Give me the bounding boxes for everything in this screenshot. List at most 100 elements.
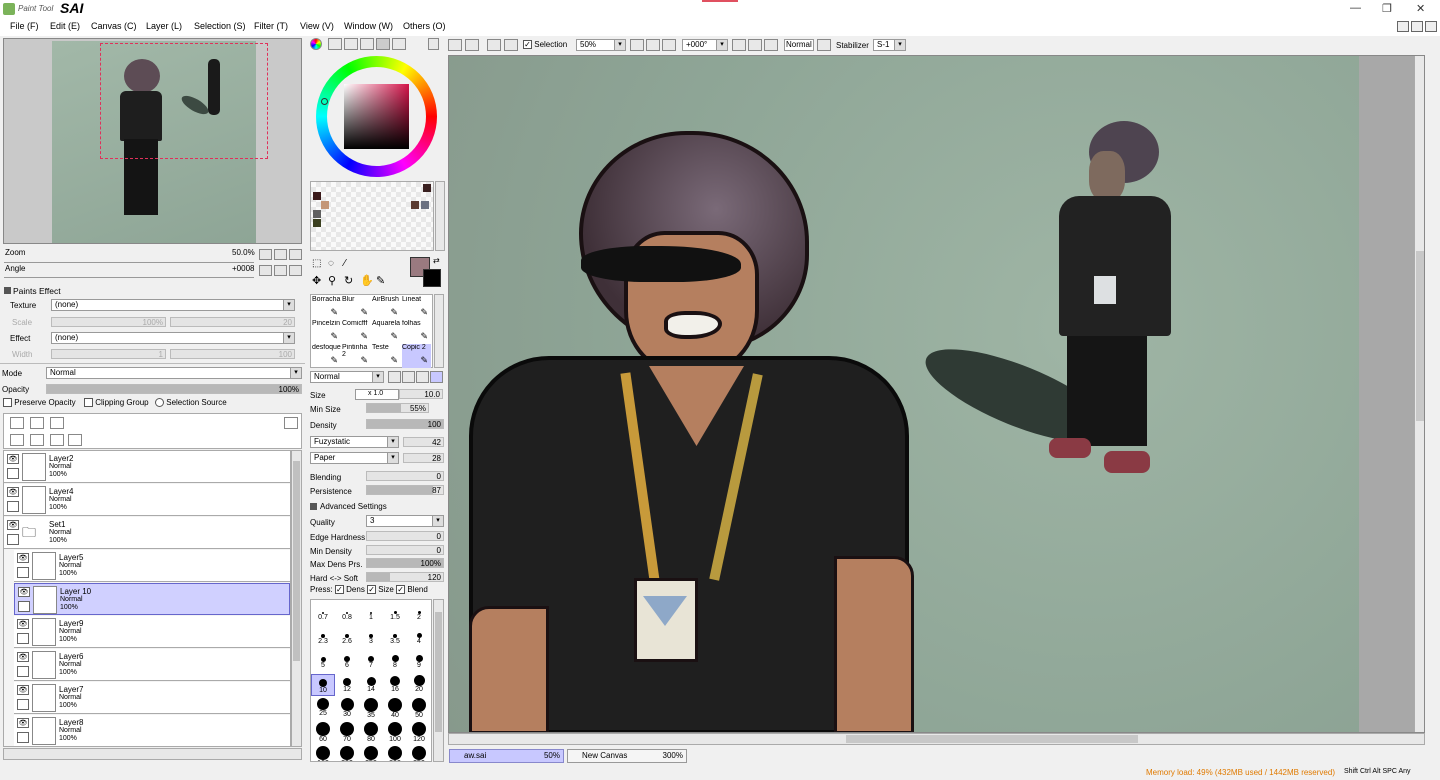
- layer-lock-checkbox[interactable]: [17, 732, 29, 743]
- menu-canvas[interactable]: Canvas (C): [91, 21, 137, 31]
- layer-row[interactable]: 👁 Layer4 Normal 100%: [4, 484, 290, 516]
- secondary-color-swatch[interactable]: [423, 269, 441, 287]
- texture-select[interactable]: (none) ▾: [51, 299, 295, 311]
- clear-layer-icon[interactable]: [50, 434, 64, 446]
- tab-new-canvas[interactable]: New Canvas 300%: [567, 749, 687, 763]
- mdi-close-icon[interactable]: [1425, 21, 1437, 32]
- layer-row[interactable]: 👁 🗀 Set1 Normal 100%: [4, 517, 290, 549]
- brush-size-cell[interactable]: 4: [407, 626, 431, 648]
- swap-colors-icon[interactable]: ⇄: [433, 256, 440, 265]
- density-slider[interactable]: 100: [366, 419, 444, 429]
- delete-layer-icon[interactable]: [68, 434, 82, 446]
- merge-down-icon[interactable]: [10, 434, 24, 446]
- zoom-minus-icon[interactable]: [630, 39, 644, 51]
- min-size-slider[interactable]: 55%: [366, 403, 429, 413]
- canvas-vscroll-thumb[interactable]: [1416, 251, 1424, 421]
- brush-size-cell[interactable]: 14: [359, 674, 383, 696]
- color-mix-tab-icon[interactable]: [360, 38, 374, 50]
- menu-selection[interactable]: Selection (S): [194, 21, 246, 31]
- press-blend-checkbox[interactable]: ✓ Blend: [396, 585, 428, 595]
- size-grid-scrollbar[interactable]: [433, 599, 444, 762]
- layer-hscrollbar[interactable]: [3, 748, 302, 760]
- layer-lock-checkbox[interactable]: [7, 534, 19, 545]
- transfer-down-icon[interactable]: [30, 434, 44, 446]
- select-rect-icon[interactable]: ⬚: [312, 258, 321, 269]
- menu-view[interactable]: View (V): [300, 21, 334, 31]
- brush-size-cell[interactable]: 2.6: [335, 626, 359, 648]
- layer-row[interactable]: 👁 Layer 10 Normal 100%: [14, 583, 290, 615]
- brush-size-cell[interactable]: 3.5: [383, 626, 407, 648]
- brush-slot[interactable]: Aquarela ✎: [372, 320, 401, 344]
- mdi-restore-icon[interactable]: [1411, 21, 1423, 32]
- visibility-eye-icon[interactable]: 👁: [7, 520, 19, 530]
- zoom-in-button[interactable]: [274, 249, 287, 260]
- rotate-cw-icon[interactable]: [748, 39, 762, 51]
- brush-size-cell[interactable]: 10: [311, 674, 335, 696]
- persistence-slider[interactable]: 87: [366, 485, 444, 495]
- shape-square-icon[interactable]: [430, 371, 443, 383]
- canvas-vscrollbar[interactable]: [1414, 56, 1424, 732]
- selection-source-radio[interactable]: Selection Source: [155, 398, 227, 408]
- size-grid-scroll-thumb[interactable]: [435, 612, 442, 732]
- hard-soft-slider[interactable]: 120: [366, 572, 444, 582]
- zoom-reset-button[interactable]: [289, 249, 302, 260]
- shape-round-icon[interactable]: [402, 371, 415, 383]
- move-icon[interactable]: ✥: [312, 274, 321, 287]
- visibility-eye-icon[interactable]: 👁: [17, 553, 29, 563]
- rotate-reset-icon[interactable]: [764, 39, 778, 51]
- menu-window[interactable]: Window (W): [344, 21, 393, 31]
- swatch-grid[interactable]: [310, 181, 434, 251]
- hand-icon[interactable]: ✋: [360, 274, 374, 287]
- close-icon[interactable]: ✕: [1416, 2, 1425, 15]
- opacity-slider[interactable]: 100%: [46, 384, 302, 394]
- swatches-tab-icon[interactable]: [376, 38, 390, 50]
- brush-size-cell[interactable]: 120: [407, 722, 431, 744]
- visibility-eye-icon[interactable]: 👁: [7, 487, 19, 497]
- brush-size-cell[interactable]: 30: [335, 698, 359, 720]
- width-slider[interactable]: 1: [51, 349, 166, 359]
- brush-slot[interactable]: Pincelzin ✎: [312, 320, 341, 344]
- layer-lock-checkbox[interactable]: [18, 601, 30, 612]
- max-dens-slider[interactable]: 100%: [366, 558, 444, 568]
- layer-scrollbar-thumb[interactable]: [293, 461, 300, 661]
- canvas-angle-select[interactable]: +000° ▾: [682, 39, 728, 51]
- brush-size-cell[interactable]: 200: [335, 746, 359, 761]
- menu-edit[interactable]: Edit (E): [50, 21, 80, 31]
- lasso-icon[interactable]: ◌: [328, 258, 334, 269]
- advanced-settings-header[interactable]: Advanced Settings: [310, 501, 444, 513]
- brush-size-cell[interactable]: 350: [407, 746, 431, 761]
- quality-select[interactable]: 3 ▾: [366, 515, 444, 527]
- brush-size-cell[interactable]: 300: [383, 746, 407, 761]
- clipping-group-checkbox[interactable]: Clipping Group: [84, 398, 149, 408]
- brush-slot[interactable]: Teste ✎: [372, 344, 401, 368]
- brush-size-cell[interactable]: 1: [359, 602, 383, 624]
- brush-size-cell[interactable]: 7: [359, 650, 383, 672]
- layer-lock-checkbox[interactable]: [17, 567, 29, 578]
- layer-lock-checkbox[interactable]: [7, 501, 19, 512]
- minimize-icon[interactable]: —: [1350, 2, 1361, 14]
- visibility-eye-icon[interactable]: 👁: [17, 652, 29, 662]
- color-wheel-tab-icon[interactable]: [310, 38, 322, 50]
- shape-strength-slider[interactable]: 42: [403, 437, 444, 447]
- zoom-slider[interactable]: [4, 258, 254, 263]
- swatch-gray[interactable]: [313, 210, 321, 218]
- brush-slot[interactable]: Pintinha 2 ✎: [342, 344, 371, 368]
- menu-file[interactable]: File (F): [10, 21, 39, 31]
- layer-row[interactable]: 👁 Layer8 Normal 100%: [14, 715, 290, 746]
- new-folder-icon[interactable]: [50, 417, 64, 429]
- rotate-ccw-icon[interactable]: [732, 39, 746, 51]
- layer-mode-select[interactable]: Normal ▾: [46, 367, 302, 379]
- brush-slot[interactable]: Comicfff ✎: [342, 320, 371, 344]
- swatch-scrollbar[interactable]: [435, 181, 445, 251]
- brush-slot[interactable]: Blur ✎: [342, 296, 371, 320]
- scale-right-slider[interactable]: 20: [170, 317, 295, 327]
- layer-scrollbar[interactable]: [291, 450, 302, 747]
- brush-size-cell[interactable]: 160: [311, 746, 335, 761]
- redo-icon[interactable]: [465, 39, 479, 51]
- brush-size-cell[interactable]: 1.5: [383, 602, 407, 624]
- tab-aw-sai[interactable]: aw.sai 50%: [449, 749, 564, 763]
- brush-size-cell[interactable]: 80: [359, 722, 383, 744]
- layer-row[interactable]: 👁 Layer7 Normal 100%: [14, 682, 290, 714]
- canvas-hscroll-thumb[interactable]: [846, 735, 1138, 743]
- flip-icon[interactable]: [817, 39, 831, 51]
